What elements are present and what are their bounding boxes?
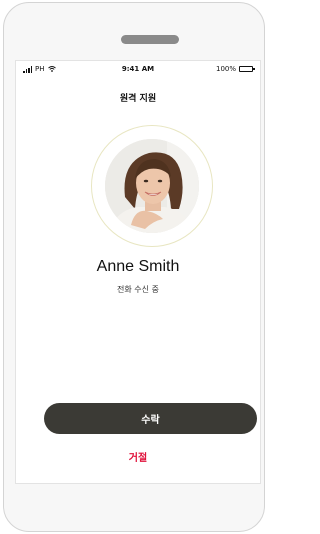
call-status: 전화 수신 중 <box>117 285 159 294</box>
battery-percent: 100% <box>215 65 236 73</box>
status-bar: PH 9:41 AM 100% <box>16 61 260 77</box>
accept-button[interactable]: 수락 <box>44 403 257 434</box>
phone-screen: PH 9:41 AM 100% 원격 지원 Anne Smith 전화 수신 중… <box>15 60 261 484</box>
page-title: 원격 지원 <box>119 94 157 104</box>
battery-icon <box>239 66 255 72</box>
phone-speaker <box>121 35 179 44</box>
accept-button-label: 수락 <box>141 415 160 426</box>
phone-frame: PH 9:41 AM 100% 원격 지원 Anne Smith 전화 수신 중… <box>3 2 265 532</box>
decline-button[interactable]: 거절 <box>16 449 260 464</box>
status-right: 100% <box>215 65 255 73</box>
caller-photo <box>105 139 199 233</box>
caller-avatar <box>105 139 199 233</box>
decline-button-label: 거절 <box>128 453 148 464</box>
caller-name: Anne Smith <box>96 258 180 275</box>
